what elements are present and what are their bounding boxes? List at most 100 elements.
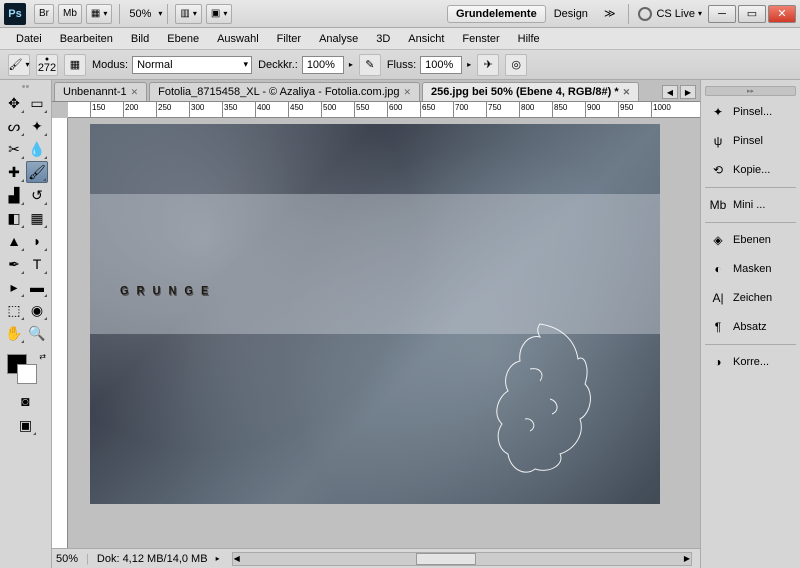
collapse-panels-button[interactable]: ▸▸ [705, 86, 796, 96]
cslive-button[interactable]: CS Live [656, 8, 695, 20]
panel-item[interactable]: ◈Ebenen [705, 226, 796, 254]
healing-tool[interactable]: ✚ [3, 161, 25, 183]
flow-input[interactable]: 100% [420, 56, 462, 74]
canvas[interactable]: GRUNGE [90, 124, 660, 504]
close-icon[interactable]: ✕ [403, 87, 411, 98]
workspace-design[interactable]: Design [546, 6, 596, 22]
menu-hilfe[interactable]: Hilfe [510, 31, 548, 47]
marquee-tool[interactable]: ▭ [26, 92, 48, 114]
path-select-tool[interactable]: ▸ [3, 276, 25, 298]
menu-3d[interactable]: 3D [368, 31, 398, 47]
3d-camera-tool[interactable]: ◉ [26, 299, 48, 321]
move-tool[interactable]: ✥ [3, 92, 25, 114]
panel-item[interactable]: ✦Pinsel... [705, 98, 796, 126]
horizontal-scrollbar[interactable] [232, 552, 692, 566]
brush-tool-preset-icon[interactable]: 🖌▾ [8, 54, 30, 76]
close-icon[interactable]: ✕ [131, 87, 139, 98]
panel-icon: ψ [709, 132, 727, 150]
menu-ansicht[interactable]: Ansicht [400, 31, 452, 47]
panel-item[interactable]: MbMini ... [705, 191, 796, 219]
panel-item[interactable]: ◐Masken [705, 255, 796, 283]
brush-tool[interactable]: 🖌 [26, 161, 48, 183]
menu-analyse[interactable]: Analyse [311, 31, 366, 47]
minibridge-button[interactable]: Mb [58, 4, 82, 24]
vertical-ruler[interactable] [52, 118, 68, 548]
opacity-input[interactable]: 100% [302, 56, 344, 74]
panel-icon: Mb [709, 196, 727, 214]
eyedropper-tool[interactable]: 💧 [26, 138, 48, 160]
flow-label: Fluss: [387, 59, 416, 71]
menu-ebene[interactable]: Ebene [159, 31, 207, 47]
view-extras-button[interactable]: ▦▾ [86, 4, 112, 24]
close-button[interactable]: ✕ [768, 5, 796, 23]
dodge-tool[interactable]: ◗ [26, 230, 48, 252]
hand-tool[interactable]: ✋ [3, 322, 25, 344]
tablet-size-icon[interactable]: ◎ [505, 54, 527, 76]
zoom-level[interactable]: 50% [129, 8, 151, 20]
panel-icon: A| [709, 289, 727, 307]
background-swatch[interactable] [17, 364, 37, 384]
mode-select[interactable]: Normal [132, 56, 252, 74]
workspace-more[interactable]: ≫ [596, 5, 624, 22]
gradient-tool[interactable]: ▦ [26, 207, 48, 229]
close-icon[interactable]: ✕ [623, 87, 631, 98]
canvas-viewport[interactable]: GRUNGE [68, 118, 700, 548]
doc-tab-2[interactable]: Fotolia_8715458_XL - © Azaliya - Fotolia… [149, 82, 420, 101]
panel-label: Absatz [733, 321, 767, 333]
status-zoom[interactable]: 50% [56, 553, 78, 565]
status-docsize[interactable]: Dok: 4,12 MB/14,0 MB [97, 553, 208, 565]
workspace-grundelemente[interactable]: Grundelemente [447, 5, 546, 23]
quickmask-button[interactable]: ◙ [15, 390, 37, 412]
brush-panel-toggle[interactable]: ▦ [64, 54, 86, 76]
tablet-opacity-icon[interactable]: ✎ [359, 54, 381, 76]
panel-item[interactable]: ¶ Absatz [705, 313, 796, 341]
doc-tab-3[interactable]: 256.jpg bei 50% (Ebene 4, RGB/8#) *✕ [422, 82, 639, 101]
menu-fenster[interactable]: Fenster [454, 31, 507, 47]
menu-bild[interactable]: Bild [123, 31, 157, 47]
tab-prev-button[interactable]: ◀ [662, 85, 678, 99]
tools-panel: •• ✥ ▭ ᔕ ✦ ✂ 💧 ✚ 🖌 ▟ ↺ ◧ ▦ ▲ ◗ ✒ T ▸ ▬ ⬚… [0, 80, 52, 568]
panel-icon: ◈ [709, 231, 727, 249]
history-brush-tool[interactable]: ↺ [26, 184, 48, 206]
blur-tool[interactable]: ▲ [3, 230, 25, 252]
bridge-button[interactable]: Br [34, 4, 54, 24]
panel-label: Pinsel... [733, 106, 772, 118]
panel-icon: ¶ [709, 318, 727, 336]
canvas-text: GRUNGE [120, 214, 216, 315]
airbrush-icon[interactable]: ✈ [477, 54, 499, 76]
menu-bearbeiten[interactable]: Bearbeiten [52, 31, 121, 47]
menu-filter[interactable]: Filter [269, 31, 309, 47]
shape-tool[interactable]: ▬ [26, 276, 48, 298]
menu-datei[interactable]: Datei [8, 31, 50, 47]
3d-tool[interactable]: ⬚ [3, 299, 25, 321]
panel-item[interactable]: A|Zeichen [705, 284, 796, 312]
stamp-tool[interactable]: ▟ [3, 184, 25, 206]
pen-tool[interactable]: ✒ [3, 253, 25, 275]
panel-grip[interactable]: •• [3, 84, 48, 90]
horizontal-ruler[interactable]: 1502002503003504004505005506006507007508… [68, 102, 700, 118]
maximize-button[interactable]: ▭ [738, 5, 766, 23]
doc-tab-1[interactable]: Unbenannt-1✕ [54, 82, 147, 101]
panel-item[interactable]: ◑Korre... [705, 348, 796, 376]
crop-tool[interactable]: ✂ [3, 138, 25, 160]
status-bar: 50% | Dok: 4,12 MB/14,0 MB ▸ [52, 548, 700, 568]
magic-wand-tool[interactable]: ✦ [26, 115, 48, 137]
color-swatches[interactable]: ⇄ [3, 352, 48, 388]
eraser-tool[interactable]: ◧ [3, 207, 25, 229]
minimize-button[interactable]: ─ [708, 5, 736, 23]
panel-item[interactable]: ψPinsel [705, 127, 796, 155]
screen-mode-button[interactable]: ▣▾ [206, 4, 232, 24]
screenmode-button[interactable]: ▣ [15, 414, 37, 436]
panel-label: Kopie... [733, 164, 770, 176]
brush-preset-picker[interactable]: ●272 [36, 54, 58, 76]
panel-item[interactable]: ⟲Kopie... [705, 156, 796, 184]
menu-auswahl[interactable]: Auswahl [209, 31, 267, 47]
panel-dock: ▸▸ ✦Pinsel...ψPinsel⟲Kopie... MbMini ... ◈… [700, 80, 800, 568]
zoom-tool[interactable]: 🔍 [26, 322, 48, 344]
brush-cursor-outline [490, 319, 610, 479]
arrange-documents-button[interactable]: ▥▾ [175, 4, 201, 24]
opacity-label: Deckkr.: [258, 59, 298, 71]
tab-next-button[interactable]: ▶ [680, 85, 696, 99]
type-tool[interactable]: T [26, 253, 48, 275]
lasso-tool[interactable]: ᔕ [3, 115, 25, 137]
